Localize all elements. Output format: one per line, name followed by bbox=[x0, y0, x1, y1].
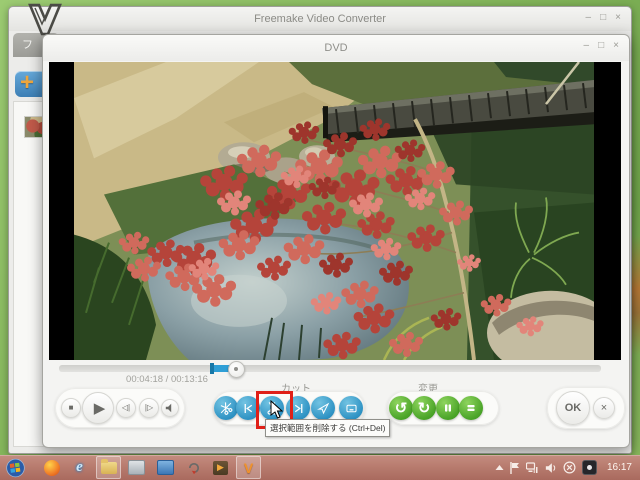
rotate-left-icon: ↺ bbox=[395, 401, 408, 416]
taskbar-freemake[interactable]: V bbox=[239, 458, 258, 477]
minimize-button[interactable]: – bbox=[586, 12, 592, 24]
taskbar-internet-explorer[interactable]: e bbox=[70, 458, 89, 477]
step-forward-icon: |▷ bbox=[145, 404, 153, 412]
stop-button[interactable]: ■ bbox=[61, 398, 81, 418]
rotate-left-button[interactable]: ↺ bbox=[389, 396, 413, 420]
main-titlebar[interactable]: Freemake Video Converter – □ × bbox=[9, 7, 631, 31]
media-play-icon: ▶ bbox=[213, 461, 228, 475]
taskbar-display-app[interactable] bbox=[156, 458, 175, 477]
tray-expand-arrow[interactable] bbox=[495, 464, 504, 471]
selection-start-marker[interactable] bbox=[210, 363, 214, 374]
time-position-label: 00:04:18 / 00:13:16 bbox=[109, 374, 225, 385]
flip-horizontal-button[interactable] bbox=[436, 396, 460, 420]
frame-preview-button[interactable] bbox=[339, 396, 363, 420]
desktop: Freemake Video Converter – □ × フ + DVD –… bbox=[0, 0, 640, 480]
bracket-left-icon bbox=[242, 402, 255, 415]
flip-vertical-button[interactable] bbox=[459, 396, 483, 420]
cancel-button[interactable]: × bbox=[593, 397, 615, 419]
file-tab-label: フ bbox=[22, 39, 33, 51]
step-forward-button[interactable]: |▷ bbox=[139, 398, 159, 418]
sync-icon bbox=[187, 461, 201, 475]
action-center-flag-icon[interactable] bbox=[510, 462, 520, 474]
bracket-right-icon bbox=[292, 402, 305, 415]
seek-bar[interactable] bbox=[59, 365, 601, 372]
firefox-icon bbox=[44, 460, 60, 476]
tray-dark-app-icon[interactable] bbox=[582, 460, 597, 475]
dialog-title: DVD bbox=[43, 42, 629, 54]
taskbar-explorer[interactable] bbox=[99, 458, 118, 477]
taskbar-media-player[interactable]: ▶ bbox=[211, 458, 230, 477]
app-window-icon bbox=[128, 460, 145, 475]
close-button[interactable]: × bbox=[615, 12, 621, 24]
internet-explorer-icon: e bbox=[76, 459, 83, 476]
freemake-v-icon: V bbox=[244, 460, 253, 476]
plus-icon: + bbox=[20, 69, 34, 97]
video-scene-japanese-garden bbox=[74, 62, 594, 360]
taskbar[interactable]: e ▶ V bbox=[0, 455, 640, 480]
frame-icon bbox=[345, 402, 358, 415]
system-tray[interactable]: 16:17 bbox=[495, 455, 640, 480]
taskbar-clock[interactable]: 16:17 bbox=[603, 462, 632, 473]
freemake-logo-icon bbox=[26, 2, 64, 38]
dialog-minimize-button[interactable]: – bbox=[584, 40, 590, 52]
dialog-close-button[interactable]: × bbox=[613, 40, 619, 52]
ok-button[interactable]: OK bbox=[556, 391, 590, 425]
main-window-title: Freemake Video Converter bbox=[9, 13, 631, 25]
cut-disabled-button[interactable] bbox=[214, 396, 238, 420]
rotate-right-button[interactable]: ↻ bbox=[412, 396, 436, 420]
step-backward-button[interactable]: ◁| bbox=[116, 398, 136, 418]
maximize-button[interactable]: □ bbox=[600, 12, 606, 24]
volume-tray-icon[interactable] bbox=[545, 462, 557, 474]
tooltip: 選択範囲を削除する (Ctrl+Del) bbox=[265, 419, 390, 437]
taskbar-updater-app[interactable] bbox=[184, 458, 203, 477]
flip-horizontal-icon bbox=[442, 402, 454, 414]
blocked-app-icon[interactable] bbox=[563, 461, 576, 474]
folder-icon bbox=[101, 462, 117, 474]
step-backward-icon: ◁| bbox=[122, 404, 130, 412]
play-button[interactable]: ▶ bbox=[82, 392, 114, 424]
start-button[interactable] bbox=[6, 458, 25, 477]
speaker-icon bbox=[164, 402, 176, 414]
scissors-slash-icon bbox=[219, 401, 233, 415]
volume-button[interactable] bbox=[161, 399, 179, 417]
dialog-titlebar[interactable]: DVD – □ × bbox=[43, 35, 629, 61]
play-icon: ▶ bbox=[94, 401, 106, 416]
apply-cut-button[interactable] bbox=[311, 396, 335, 420]
mouse-cursor bbox=[270, 400, 284, 420]
video-letterbox bbox=[49, 62, 621, 360]
close-x-icon: × bbox=[601, 402, 607, 414]
ok-label: OK bbox=[565, 402, 582, 414]
paper-plane-icon bbox=[317, 402, 330, 415]
dialog-maximize-button[interactable]: □ bbox=[598, 40, 604, 52]
taskbar-firefox[interactable] bbox=[42, 458, 61, 477]
flip-vertical-icon bbox=[465, 402, 477, 414]
windows-orb-icon bbox=[6, 458, 25, 478]
rotate-right-icon: ↻ bbox=[418, 401, 431, 416]
taskbar-app-window[interactable] bbox=[127, 458, 146, 477]
dvd-dialog: DVD – □ × bbox=[42, 34, 630, 448]
video-frame[interactable] bbox=[74, 62, 594, 360]
stop-icon: ■ bbox=[69, 404, 74, 412]
network-icon[interactable] bbox=[526, 462, 539, 474]
seek-handle[interactable] bbox=[228, 361, 245, 378]
display-icon bbox=[157, 460, 174, 475]
